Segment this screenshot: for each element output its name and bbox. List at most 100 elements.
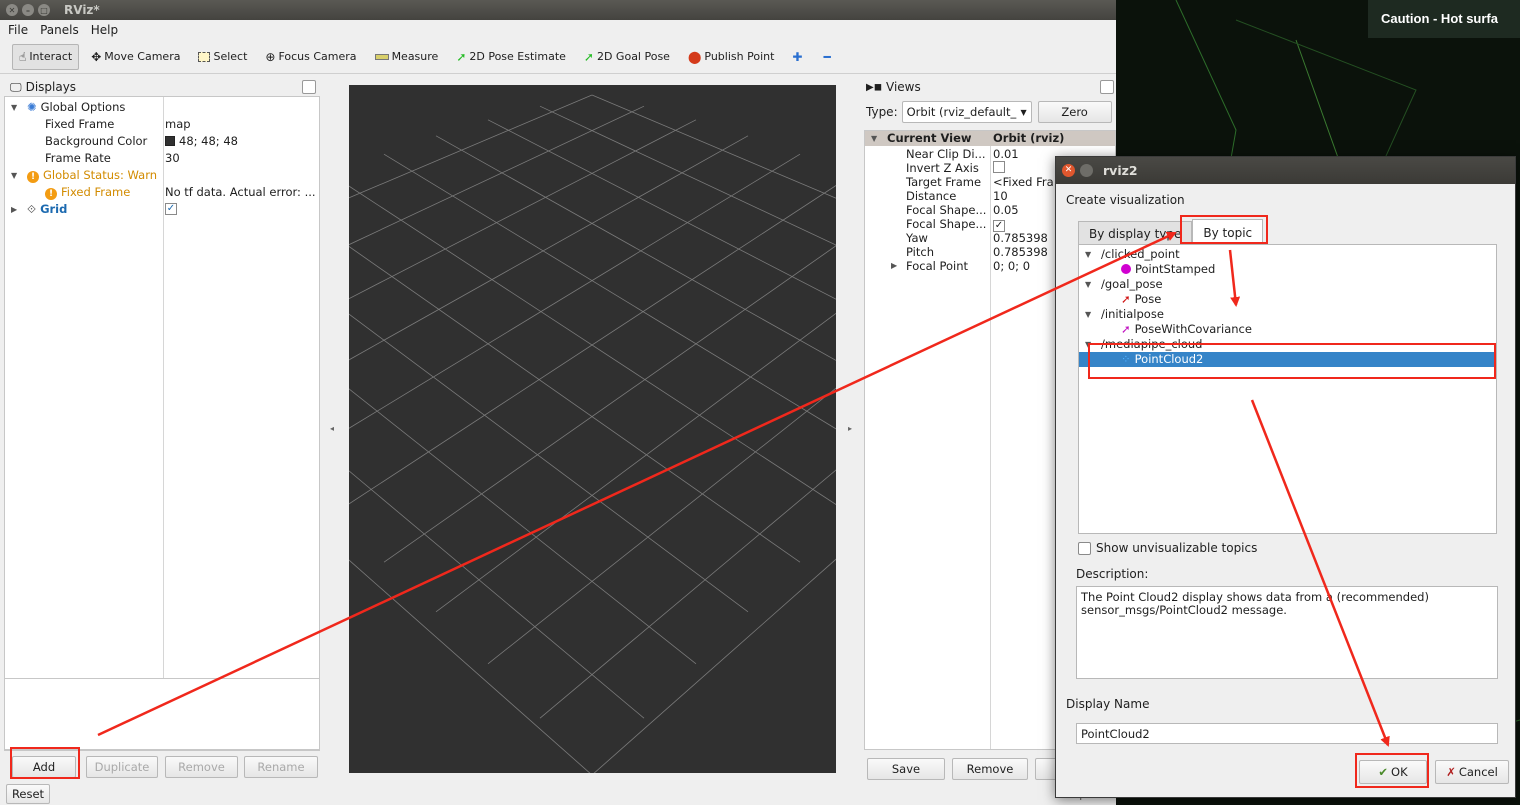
hand-icon: ☝ bbox=[19, 49, 27, 64]
tree-row-background-color[interactable]: Background Color 48; 48; 48 bbox=[5, 133, 319, 149]
minimize-window-icon[interactable]: – bbox=[22, 4, 34, 16]
tool-2d-goal-pose[interactable]: ➚ 2D Goal Pose bbox=[578, 44, 676, 70]
tab-by-display-type[interactable]: By display type bbox=[1078, 221, 1193, 245]
type-row-posewithcovariance[interactable]: ➚ PoseWithCovariance bbox=[1079, 322, 1496, 337]
view-row-key: Near Clip Di... bbox=[906, 147, 986, 161]
close-window-icon[interactable]: ✕ bbox=[6, 4, 18, 16]
tree-row-global-options[interactable]: ▼ ✺ Global Options bbox=[5, 99, 319, 115]
tool-2d-pose-estimate[interactable]: ➚ 2D Pose Estimate bbox=[450, 44, 572, 70]
cancel-button[interactable]: ✗ Cancel bbox=[1435, 760, 1509, 784]
topic-row-initialpose[interactable]: ▼ /initialpose bbox=[1079, 307, 1496, 322]
frame-rate-value[interactable]: 30 bbox=[165, 151, 180, 165]
camera-icon: ▶◼ bbox=[866, 81, 882, 93]
rename-view-button[interactable] bbox=[1035, 758, 1057, 780]
reset-button[interactable]: Reset bbox=[6, 784, 50, 804]
type-row-pose[interactable]: ➚ Pose bbox=[1079, 292, 1496, 307]
cancel-label: Cancel bbox=[1458, 765, 1498, 779]
tree-row-frame-rate[interactable]: Frame Rate 30 bbox=[5, 150, 319, 166]
minus-icon: ━ bbox=[823, 49, 831, 64]
color-swatch[interactable] bbox=[165, 136, 175, 146]
invert-z-checkbox[interactable] bbox=[993, 161, 1005, 173]
grid-line bbox=[591, 314, 1113, 776]
current-view-header[interactable]: ▼ Current View Orbit (rviz) bbox=[865, 131, 1115, 146]
save-view-button[interactable]: Save bbox=[867, 758, 945, 780]
plus-icon: ✚ bbox=[792, 49, 803, 64]
rviz-window: ✕ – □ RViz* File Panels Help ☝ Interact ✥… bbox=[0, 0, 1116, 805]
displays-tree: ▼ ✺ Global Options Fixed Frame map Backgr… bbox=[4, 96, 320, 751]
view-row-value[interactable]: 0.05 bbox=[993, 203, 1019, 217]
view-row-value[interactable]: 10 bbox=[993, 189, 1008, 203]
grid-line bbox=[175, 251, 697, 665]
topic-name: /clicked_point bbox=[1101, 247, 1180, 261]
3d-viewport[interactable] bbox=[71, 85, 1113, 776]
view-type-label: Type: bbox=[866, 105, 898, 119]
view-row-value[interactable]: <Fixed Fra bbox=[993, 175, 1054, 189]
grid-line bbox=[331, 174, 853, 516]
view-row-value[interactable]: 0.01 bbox=[993, 147, 1019, 161]
remove-tool-button[interactable]: ━ bbox=[817, 44, 839, 70]
menu-help[interactable]: Help bbox=[91, 23, 118, 37]
tree-row-fixed-frame[interactable]: Fixed Frame map bbox=[5, 116, 319, 132]
menu-file[interactable]: File bbox=[8, 23, 28, 37]
view-row-value[interactable]: 0.785398 bbox=[993, 231, 1048, 245]
show-unvisualizable-row[interactable]: Show unvisualizable topics bbox=[1078, 541, 1257, 555]
type-row-pointstamped[interactable]: PointStamped bbox=[1079, 262, 1496, 277]
rename-button[interactable]: Rename bbox=[244, 756, 318, 778]
menu-panels[interactable]: Panels bbox=[40, 23, 79, 37]
display-name-input[interactable]: PointCloud2 bbox=[1076, 723, 1498, 744]
show-unvisualizable-checkbox[interactable] bbox=[1078, 541, 1091, 555]
tool-label: Focus Camera bbox=[278, 50, 357, 63]
grid-enabled-checkbox[interactable]: ✓ bbox=[165, 203, 177, 215]
view-type-value: Orbit (rviz_default_ bbox=[906, 105, 1017, 119]
add-tool-button[interactable]: ✚ bbox=[786, 44, 811, 70]
tree-row-grid[interactable]: ▶ ⟐ Grid ✓ bbox=[5, 201, 319, 217]
views-float-checkbox[interactable] bbox=[1100, 80, 1114, 94]
magenta-dot-icon bbox=[1121, 264, 1131, 274]
zero-button[interactable]: Zero bbox=[1037, 101, 1112, 123]
collapse-left-icon[interactable]: ◂ bbox=[330, 424, 334, 433]
expand-arrow-icon[interactable]: ▼ bbox=[1085, 280, 1091, 289]
tool-interact[interactable]: ☝ Interact bbox=[12, 43, 80, 70]
view-row-key: Focal Shape... bbox=[906, 203, 987, 217]
tree-row-status-fixed-frame[interactable]: ! Fixed Frame No tf data. Actual error: .… bbox=[5, 184, 319, 200]
collapse-right-icon[interactable]: ▸ bbox=[848, 424, 852, 433]
tool-focus-camera[interactable]: ⊕ Focus Camera bbox=[259, 44, 362, 70]
toolbar: ☝ Interact ✥ Move Camera Select ⊕ Focus Cam… bbox=[0, 40, 1116, 74]
tool-label: 2D Goal Pose bbox=[596, 50, 670, 63]
expand-arrow-icon[interactable]: ▶ bbox=[891, 261, 897, 270]
tool-measure[interactable]: Measure bbox=[369, 44, 445, 70]
remove-view-button[interactable]: Remove bbox=[952, 758, 1028, 780]
tool-publish-point[interactable]: ⬤ Publish Point bbox=[682, 44, 780, 70]
topic-row-clicked-point[interactable]: ▼ /clicked_point bbox=[1079, 247, 1496, 262]
dialog-minimize-icon[interactable] bbox=[1080, 164, 1093, 177]
remove-display-button[interactable]: Remove bbox=[165, 756, 238, 778]
annotation-box-pointcloud2 bbox=[1088, 343, 1496, 379]
cancel-x-icon: ✗ bbox=[1446, 765, 1456, 779]
tool-label: Move Camera bbox=[104, 50, 181, 63]
expand-arrow-icon[interactable]: ▼ bbox=[11, 171, 17, 180]
annotation-box-ok bbox=[1355, 753, 1429, 788]
displays-float-checkbox[interactable] bbox=[302, 80, 316, 94]
tree-row-global-status[interactable]: ▼ ! Global Status: Warn bbox=[5, 167, 319, 183]
duplicate-button[interactable]: Duplicate bbox=[86, 756, 158, 778]
fixed-frame-value[interactable]: map bbox=[165, 117, 191, 131]
expand-arrow-icon[interactable]: ▼ bbox=[1085, 250, 1091, 259]
view-row-key: Invert Z Axis bbox=[906, 161, 979, 175]
tool-label: Measure bbox=[391, 50, 439, 63]
expand-arrow-icon[interactable]: ▼ bbox=[11, 103, 17, 112]
view-type-combo[interactable]: Orbit (rviz_default_ ▼ bbox=[901, 101, 1032, 123]
view-row-key: Yaw bbox=[906, 231, 928, 245]
grid-icon: ⟐ bbox=[27, 201, 37, 216]
expand-arrow-icon[interactable]: ▼ bbox=[871, 134, 877, 143]
tool-select[interactable]: Select bbox=[192, 44, 253, 70]
view-row-value[interactable]: 0.785398 bbox=[993, 245, 1048, 259]
topic-row-goal-pose[interactable]: ▼ /goal_pose bbox=[1079, 277, 1496, 292]
dialog-close-icon[interactable]: ✕ bbox=[1062, 164, 1075, 177]
tool-move-camera[interactable]: ✥ Move Camera bbox=[85, 44, 186, 70]
expand-arrow-icon[interactable]: ▼ bbox=[1085, 310, 1091, 319]
gear-icon: ✺ bbox=[27, 100, 37, 114]
warning-icon: ! bbox=[45, 187, 57, 200]
maximize-window-icon[interactable]: □ bbox=[38, 4, 50, 16]
expand-arrow-icon[interactable]: ▶ bbox=[11, 205, 17, 214]
view-row-value[interactable]: 0; 0; 0 bbox=[993, 259, 1030, 273]
